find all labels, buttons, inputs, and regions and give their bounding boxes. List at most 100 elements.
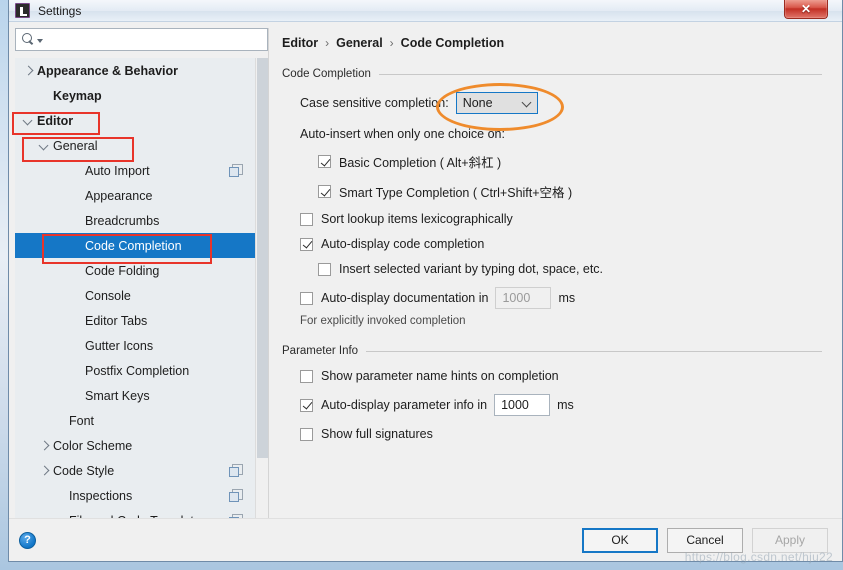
sidebar-item-keymap[interactable]: Keymap [15, 83, 255, 108]
sidebar-item-label: Postfix Completion [85, 363, 190, 378]
show-full-signatures-checkbox[interactable] [300, 427, 313, 441]
parameter-info-delay-input[interactable]: 1000 [494, 394, 551, 416]
sidebar-item-label: Appearance & Behavior [37, 63, 179, 78]
sidebar-item-editor[interactable]: Editor [15, 108, 255, 133]
option-checkbox[interactable] [318, 185, 331, 198]
sidebar-item-general[interactable]: General [15, 133, 255, 158]
show-full-signatures-row: Show full signatures [300, 427, 822, 441]
show-parameter-name-hints-checkbox[interactable] [300, 369, 313, 383]
option-checkbox[interactable] [318, 155, 331, 168]
breadcrumb-separator-icon: › [389, 36, 394, 50]
copy-settings-icon[interactable] [229, 489, 243, 502]
chevron-right-icon[interactable] [39, 465, 50, 476]
copy-settings-icon[interactable] [229, 164, 243, 177]
option-checkbox[interactable] [300, 237, 313, 251]
apply-button: Apply [752, 527, 828, 553]
sidebar-item-code-completion[interactable]: Code Completion [15, 233, 255, 258]
sidebar-item-postfix-completion[interactable]: Postfix Completion [15, 358, 255, 383]
settings-dialog: Settings ✕ Appearance & Behavior Keymap Ed… [8, 0, 843, 562]
auto-display-documentation-row: Auto-display documentation in 1000 ms [300, 287, 822, 309]
auto-insert-text: Auto-insert when only one choice on: [300, 127, 505, 141]
chevron-down-icon[interactable] [39, 140, 50, 151]
auto-display-documentation-checkbox[interactable] [300, 291, 313, 305]
close-icon[interactable]: ✕ [784, 0, 828, 19]
option-label: Basic Completion ( Alt+斜杠 ) [339, 156, 502, 170]
settings-tree: Appearance & Behavior Keymap Editor General… [15, 58, 268, 518]
sidebar-item-label: Gutter Icons [85, 338, 154, 353]
sidebar-item-appearance-behavior[interactable]: Appearance & Behavior [15, 58, 255, 83]
sidebar-item-code-style[interactable]: Code Style [15, 458, 255, 483]
search-input[interactable] [43, 30, 267, 49]
sidebar-item-inspections[interactable]: Inspections [15, 483, 255, 508]
case-sensitive-value: None [462, 96, 493, 110]
sidebar-item-file-and-code-templates[interactable]: File and Code Templates [15, 508, 255, 518]
case-sensitive-label: Case sensitive completion: [300, 96, 449, 110]
sidebar-item-label: Color Scheme [53, 438, 133, 453]
sidebar-item-label: Keymap [53, 88, 102, 103]
show-parameter-name-hints-row: Show parameter name hints on completion [300, 369, 822, 383]
sidebar-item-code-folding[interactable]: Code Folding [15, 258, 255, 283]
sidebar-item-label: Font [69, 413, 95, 428]
sidebar-item-smart-keys[interactable]: Smart Keys [15, 383, 255, 408]
settings-detail-pane: Editor › General › Code Completion Code … [268, 28, 836, 518]
copy-settings-icon[interactable] [229, 464, 243, 477]
option-row: Smart Type Completion ( Ctrl+Shift+空格 ) [318, 182, 822, 201]
breadcrumb-item-code-completion[interactable]: Code Completion [401, 36, 504, 50]
group-label: Parameter Info [282, 345, 359, 357]
sidebar-item-label: Code Completion [85, 238, 182, 253]
chevron-right-icon[interactable] [23, 65, 34, 76]
settings-tree-rows: Appearance & Behavior Keymap Editor General… [15, 58, 255, 518]
group-divider [378, 73, 822, 75]
sidebar-item-breadcrumbs[interactable]: Breadcrumbs [15, 208, 255, 233]
documentation-delay-unit: ms [558, 291, 576, 305]
option-label: Insert selected variant by typing dot, s… [339, 262, 604, 276]
breadcrumb: Editor › General › Code Completion [282, 36, 822, 50]
sidebar-scrollbar[interactable] [255, 58, 268, 518]
sidebar-item-label: Appearance [85, 188, 153, 203]
option-checkbox[interactable] [300, 212, 313, 226]
sidebar-item-console[interactable]: Console [15, 283, 255, 308]
show-full-signatures-label: Show full signatures [321, 427, 433, 441]
search-field[interactable] [15, 28, 268, 51]
chevron-right-icon[interactable] [39, 440, 50, 451]
auto-display-parameter-info-row: Auto-display parameter info in 1000 ms [300, 394, 822, 416]
auto-display-parameter-info-label: Auto-display parameter info in [321, 398, 488, 412]
case-sensitive-select[interactable]: None [455, 92, 538, 114]
sidebar-item-editor-tabs[interactable]: Editor Tabs [15, 308, 255, 333]
sidebar-item-appearance[interactable]: Appearance [15, 183, 255, 208]
sidebar-item-gutter-icons[interactable]: Gutter Icons [15, 333, 255, 358]
sidebar-scrollbar-thumb[interactable] [257, 58, 268, 458]
show-parameter-name-hints-label: Show parameter name hints on completion [321, 369, 559, 383]
cancel-button[interactable]: Cancel [667, 527, 743, 553]
parameter-info-delay-unit: ms [557, 398, 574, 412]
sidebar-item-auto-import[interactable]: Auto Import [15, 158, 255, 183]
ok-button[interactable]: OK [582, 527, 658, 553]
footer-buttons: OK Cancel Apply [582, 527, 828, 553]
option-row: Insert selected variant by typing dot, s… [318, 262, 822, 276]
sidebar-item-label: Code Style [53, 463, 115, 478]
breadcrumb-separator-icon: › [325, 36, 330, 50]
auto-display-parameter-info-checkbox[interactable] [300, 398, 313, 412]
chevron-down-icon[interactable] [23, 115, 34, 126]
help-icon[interactable]: ? [19, 531, 36, 549]
group-label: Code Completion [282, 68, 371, 80]
sidebar-item-label: Auto Import [85, 163, 150, 178]
documentation-delay-input[interactable]: 1000 [495, 287, 552, 309]
option-label: Auto-display code completion [321, 237, 485, 251]
sidebar-item-font[interactable]: Font [15, 408, 255, 433]
breadcrumb-item-editor[interactable]: Editor [282, 36, 318, 50]
sidebar-item-label: Editor Tabs [85, 313, 148, 328]
sidebar-item-color-scheme[interactable]: Color Scheme [15, 433, 255, 458]
breadcrumb-item-general[interactable]: General [336, 36, 383, 50]
option-checkbox[interactable] [318, 262, 331, 276]
